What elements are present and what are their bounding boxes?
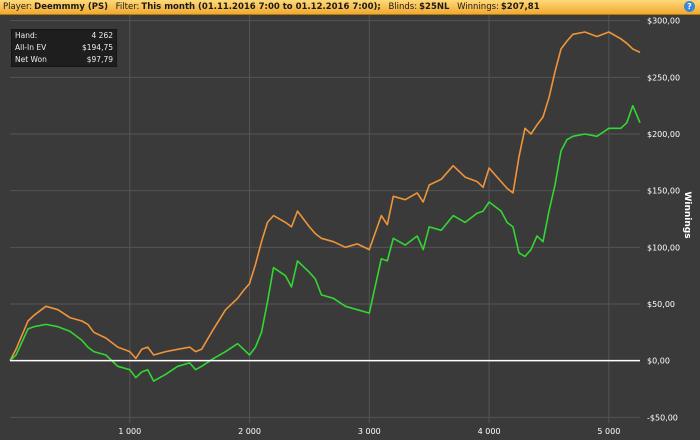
player-value[interactable]: Deemmmy (PS) bbox=[34, 2, 108, 12]
blinds-label: Blinds: bbox=[388, 2, 418, 12]
y-tick-label: $250,00 bbox=[647, 73, 680, 82]
stat-row-all-in-ev: All-In EV $194,75 bbox=[12, 42, 116, 54]
player-label: Player: bbox=[3, 2, 33, 12]
stats-panel: Hand: 4 262 All-In EV $194,75 Net Won $9… bbox=[11, 29, 117, 67]
winnings-chart: 1 000 2 000 3 000 4 000 5 000 -$50,00 $0,00 $50… bbox=[0, 15, 700, 440]
y-tick-label: $200,00 bbox=[647, 130, 680, 139]
stat-label: Hand: bbox=[15, 31, 38, 40]
y-tick-label: $300,00 bbox=[647, 17, 680, 26]
x-tick-label: 4 000 bbox=[478, 427, 501, 436]
y-tick-label: $150,00 bbox=[647, 187, 680, 196]
y-axis-label: Winnings bbox=[682, 191, 692, 238]
stat-value: 4 262 bbox=[91, 31, 113, 40]
y-tick-label: $0,00 bbox=[647, 357, 670, 366]
winnings-value: $207,81 bbox=[500, 2, 540, 12]
report-header-bar: Player: Deemmmy (PS) Filter: This month (0… bbox=[0, 0, 700, 15]
stat-value: $194,75 bbox=[81, 43, 113, 52]
stat-row-net-won: Net Won $97,79 bbox=[12, 54, 116, 66]
stat-row-hands: Hand: 4 262 bbox=[12, 30, 116, 42]
stat-label: All-In EV bbox=[15, 43, 47, 52]
x-tick-label: 2 000 bbox=[238, 427, 261, 436]
winnings-label: Winnings: bbox=[457, 2, 499, 12]
x-tick-label: 3 000 bbox=[358, 427, 381, 436]
y-tick-label: $100,00 bbox=[647, 243, 680, 252]
x-tick-label: 1 000 bbox=[118, 427, 141, 436]
x-tick-label: 5 000 bbox=[597, 427, 620, 436]
filter-value[interactable]: This month (01.11.2016 7:00 to 01.12.201… bbox=[141, 2, 380, 12]
y-tick-label: $50,00 bbox=[647, 300, 675, 309]
help-icon[interactable]: ? bbox=[684, 1, 695, 12]
blinds-value[interactable]: $25NL bbox=[419, 2, 449, 12]
filter-label: Filter: bbox=[115, 2, 140, 12]
stat-value: $97,79 bbox=[86, 55, 113, 64]
stat-label: Net Won bbox=[15, 55, 47, 64]
y-tick-label: -$50,00 bbox=[647, 413, 678, 422]
chart-background bbox=[0, 15, 700, 440]
